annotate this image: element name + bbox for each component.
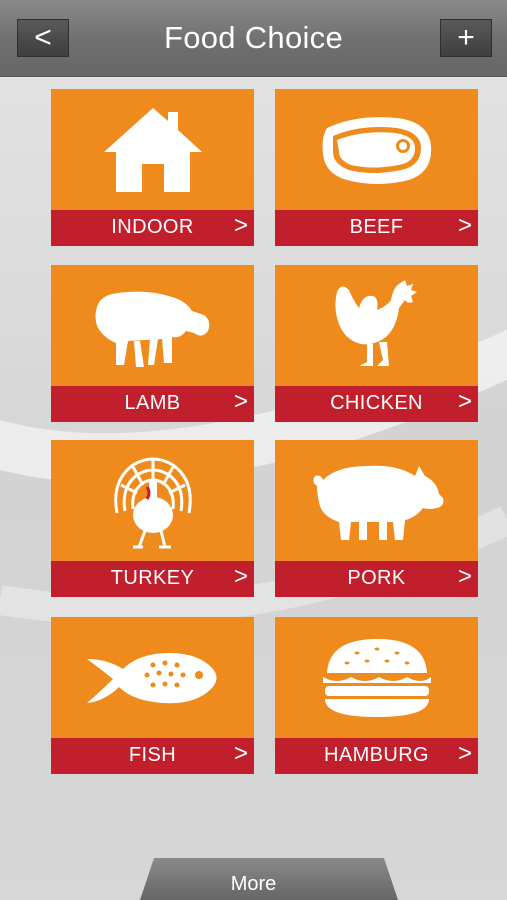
tile-label: PORK	[347, 567, 406, 589]
chevron-right-icon: >	[233, 563, 248, 590]
tile-label: CHICKEN	[330, 392, 423, 414]
tile-beef[interactable]: BEEF >	[275, 89, 478, 246]
tile-bar: PORK >	[275, 561, 478, 597]
tile-bar: INDOOR >	[51, 210, 254, 246]
house-icon	[103, 108, 202, 192]
chevron-right-icon: >	[233, 212, 248, 239]
page-title: Food Choice	[163, 20, 344, 55]
tile-bar: CHICKEN >	[275, 386, 478, 422]
tile-fish[interactable]: FISH >	[51, 617, 254, 774]
tile-lamb[interactable]: LAMB >	[51, 265, 254, 422]
tile-label: BEEF	[349, 216, 404, 238]
chevron-right-icon: >	[457, 563, 472, 590]
chevron-right-icon: >	[233, 388, 248, 415]
add-button[interactable]: +	[440, 19, 492, 57]
tile-bar: HAMBURG >	[275, 738, 478, 774]
chevron-right-icon: >	[457, 740, 472, 767]
tile-bar: BEEF >	[275, 210, 478, 246]
chevron-right-icon: >	[457, 212, 472, 239]
tile-hamburg[interactable]: HAMBURG >	[275, 617, 478, 774]
fish-icon	[86, 652, 217, 703]
tile-turkey[interactable]: TURKEY >	[51, 440, 254, 597]
tile-bar: LAMB >	[51, 386, 254, 422]
hamburger-icon	[322, 638, 431, 717]
tile-bar: FISH >	[51, 738, 254, 774]
chevron-right-icon: >	[233, 740, 248, 767]
tile-pork[interactable]: PORK >	[275, 440, 478, 597]
tile-label: FISH	[128, 744, 177, 766]
pig-icon	[312, 465, 443, 540]
tile-label: HAMBURG	[323, 744, 430, 766]
steak-icon	[322, 116, 431, 184]
turkey-icon	[113, 457, 192, 548]
tile-chicken[interactable]: CHICKEN >	[275, 265, 478, 422]
tile-bar: TURKEY >	[51, 561, 254, 597]
top-bar: < Food Choice +	[0, 0, 507, 77]
more-button[interactable]: More	[0, 873, 507, 896]
chicken-icon	[334, 280, 417, 366]
tile-label: INDOOR	[111, 216, 194, 238]
chevron-right-icon: >	[457, 388, 472, 415]
lamb-icon	[95, 291, 209, 367]
tile-label: TURKEY	[110, 567, 195, 589]
tile-label: LAMB	[124, 392, 181, 414]
tile-indoor[interactable]: INDOOR >	[51, 89, 254, 246]
back-button[interactable]: <	[17, 19, 69, 57]
